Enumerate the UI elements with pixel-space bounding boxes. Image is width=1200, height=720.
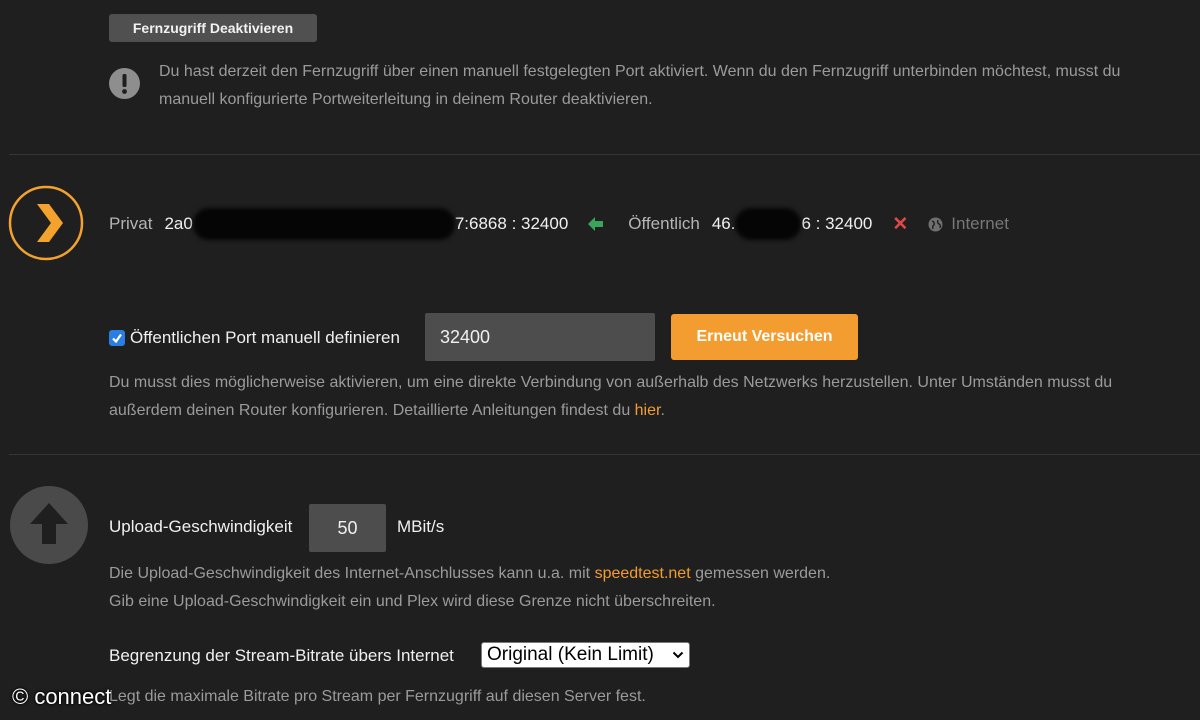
public-port-input[interactable] [425,313,655,361]
upload-help-line-1: Die Upload-Geschwindigkeit des Internet-… [109,560,830,588]
warning-icon [109,68,140,99]
private-address-suffix: 7:6868 : 32400 [454,214,569,233]
public-address-suffix: 6 : 32400 [801,214,873,233]
port-help-line-1: Du musst dies möglicherweise aktivieren,… [109,374,1113,391]
warning-line-2: manuell konfigurierte Portweiterleitung … [159,91,653,108]
manual-port-checkbox-row[interactable]: Öffentlichen Port manuell definieren [109,327,400,349]
speedtest-link[interactable]: speedtest.net [595,565,691,582]
warning-line-1: Du hast derzeit den Fernzugriff über ein… [159,63,1121,80]
checkmark-icon [112,333,122,344]
port-help-text: Du musst dies möglicherweise aktivieren,… [109,369,1200,425]
retry-button[interactable]: Erneut Versuchen [671,314,858,360]
private-label: Privat [109,214,153,233]
port-help-line-2-text: außerdem deinen Router konfigurieren. De… [109,402,635,419]
connection-status-row: Privat 2a0 7:6868 : 32400 Öffentlich 46.… [109,208,1009,240]
divider [9,454,1200,455]
upload-help-text: Die Upload-Geschwindigkeit des Internet-… [109,560,830,616]
disable-remote-access-button[interactable]: Fernzugriff Deaktivieren [109,14,317,42]
plex-logo-icon [8,185,84,261]
upload-speed-unit: MBit/s [397,517,445,536]
bitrate-limit-select[interactable]: Original (Kein Limit) [481,642,690,668]
arrow-left-icon [588,217,604,231]
internet-label: Internet [951,214,1009,233]
upload-help-line-1-end: gemessen werden. [690,565,831,582]
bitrate-limit-label: Begrenzung der Stream-Bitrate übers Inte… [109,646,454,665]
globe-icon [928,217,943,231]
public-label: Öffentlich [628,214,700,233]
divider [9,154,1200,155]
warning-text: Du hast derzeit den Fernzugriff über ein… [159,58,1200,114]
redacted-private-address [192,208,455,240]
bitrate-help-text: Legt die maximale Bitrate pro Stream per… [109,688,646,705]
redacted-public-address [735,208,802,240]
manual-port-label: Öffentlichen Port manuell definieren [130,328,400,347]
upload-speed-input[interactable] [309,504,386,552]
private-address-prefix: 2a0 [164,214,193,233]
port-help-period: . [660,402,665,419]
upload-help-line-1-text: Die Upload-Geschwindigkeit des Internet-… [109,565,595,582]
connection-error-icon: ✕ [892,213,909,235]
help-link[interactable]: hier [635,402,661,419]
remote-access-settings: Fernzugriff Deaktivieren Du hast derzeit… [0,0,1200,720]
upload-help-line-2: Gib eine Upload-Geschwindigkeit ein und … [109,593,716,610]
port-help-line-2: außerdem deinen Router konfigurieren. De… [109,397,1200,425]
upload-arrow-icon [10,486,88,564]
public-address-prefix: 46. [711,214,736,233]
upload-speed-label: Upload-Geschwindigkeit [109,517,293,536]
chevron-down-icon [672,651,684,659]
bitrate-selected-value: Original (Kein Limit) [487,644,654,665]
manual-port-checkbox[interactable] [109,330,125,346]
watermark: © connect [12,684,112,709]
